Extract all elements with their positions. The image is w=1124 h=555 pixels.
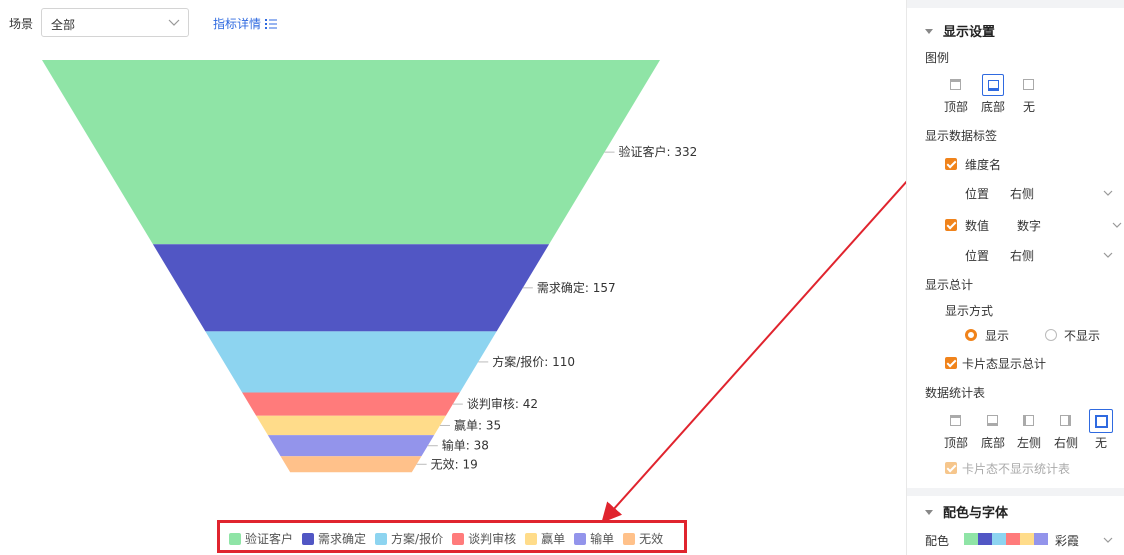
legend-label: 图例 (925, 51, 950, 65)
stats-right-button[interactable] (1055, 410, 1077, 432)
chevron-down-icon[interactable] (1103, 536, 1113, 544)
palette-name[interactable]: 彩霞 (1055, 532, 1079, 549)
stats-none-caption: 无 (1094, 436, 1107, 450)
settings-panel: 显示设置 图例 顶部 底部 无 显示数据标签 维度名 位置 右侧 数值 数字 位… (906, 0, 1124, 555)
value-position-label: 位置 (965, 249, 990, 263)
legend-bottom-button[interactable] (982, 74, 1004, 96)
dimension-position-select[interactable]: 右侧 (1010, 185, 1034, 202)
stats-top-icon (950, 415, 961, 426)
palette-swatch (964, 533, 978, 545)
card-no-stats-checkbox[interactable] (945, 462, 957, 474)
value-position-select[interactable]: 右侧 (1010, 247, 1034, 264)
card-total-label: 卡片态显示总计 (962, 357, 1047, 371)
show-total-radio[interactable] (965, 329, 977, 341)
chevron-down-icon[interactable] (1103, 251, 1113, 259)
stats-bottom-button[interactable] (982, 410, 1004, 432)
display-mode-label: 显示方式 (945, 304, 994, 318)
legend-top-icon (950, 79, 961, 90)
legend-none-caption: 无 (1022, 100, 1035, 114)
stats-none-button[interactable] (1089, 409, 1113, 433)
card-total-checkbox[interactable] (945, 357, 957, 369)
legend-none-button[interactable] (1018, 74, 1040, 96)
stats-right-caption: 右侧 (1053, 436, 1078, 450)
stats-right-icon (1060, 415, 1071, 426)
value-label: 数值 (965, 219, 990, 233)
caret-down-icon (925, 29, 933, 34)
legend-none-icon (1023, 79, 1034, 90)
stats-table-label: 数据统计表 (925, 386, 986, 400)
palette-swatch (1034, 533, 1048, 545)
card-no-stats-label: 卡片态不显示统计表 (962, 462, 1071, 476)
legend-bottom-caption: 底部 (980, 100, 1005, 114)
palette-swatches[interactable] (964, 533, 1048, 545)
stats-left-button[interactable] (1018, 410, 1040, 432)
dimension-name-checkbox[interactable] (945, 158, 957, 170)
legend-top-caption: 顶部 (943, 100, 968, 114)
total-label: 显示总计 (925, 278, 974, 292)
stats-none-icon (1095, 415, 1108, 428)
dimension-position-label: 位置 (965, 187, 990, 201)
stats-top-caption: 顶部 (943, 436, 968, 450)
chevron-down-icon[interactable] (1103, 189, 1113, 197)
hide-total-label: 不显示 (1064, 329, 1101, 343)
palette-label: 配色 (925, 534, 950, 548)
hide-total-radio[interactable] (1045, 329, 1057, 341)
stats-bottom-icon (987, 415, 998, 426)
stats-bottom-caption: 底部 (980, 436, 1005, 450)
color-font-title: 配色与字体 (943, 506, 1009, 521)
show-total-label: 显示 (985, 329, 1010, 343)
palette-swatch (1006, 533, 1020, 545)
color-font-header[interactable]: 配色与字体 (925, 502, 1008, 521)
display-settings-header[interactable]: 显示设置 (925, 21, 995, 40)
section-divider (907, 488, 1124, 496)
data-labels-label: 显示数据标签 (925, 129, 998, 143)
value-checkbox[interactable] (945, 219, 957, 231)
stats-top-button[interactable] (945, 410, 967, 432)
stats-left-icon (1023, 415, 1034, 426)
caret-down-icon (925, 510, 933, 515)
chevron-down-icon[interactable] (1112, 221, 1122, 229)
legend-top-button[interactable] (945, 74, 967, 96)
display-settings-title: 显示设置 (943, 25, 996, 40)
palette-swatch (992, 533, 1006, 545)
value-format-select[interactable]: 数字 (1017, 217, 1041, 234)
palette-swatch (1020, 533, 1034, 545)
panel-top-divider (907, 0, 1124, 8)
stats-left-caption: 左侧 (1016, 436, 1041, 450)
dimension-name-label: 维度名 (965, 158, 1002, 172)
palette-swatch (978, 533, 992, 545)
legend-bottom-icon (988, 80, 999, 91)
